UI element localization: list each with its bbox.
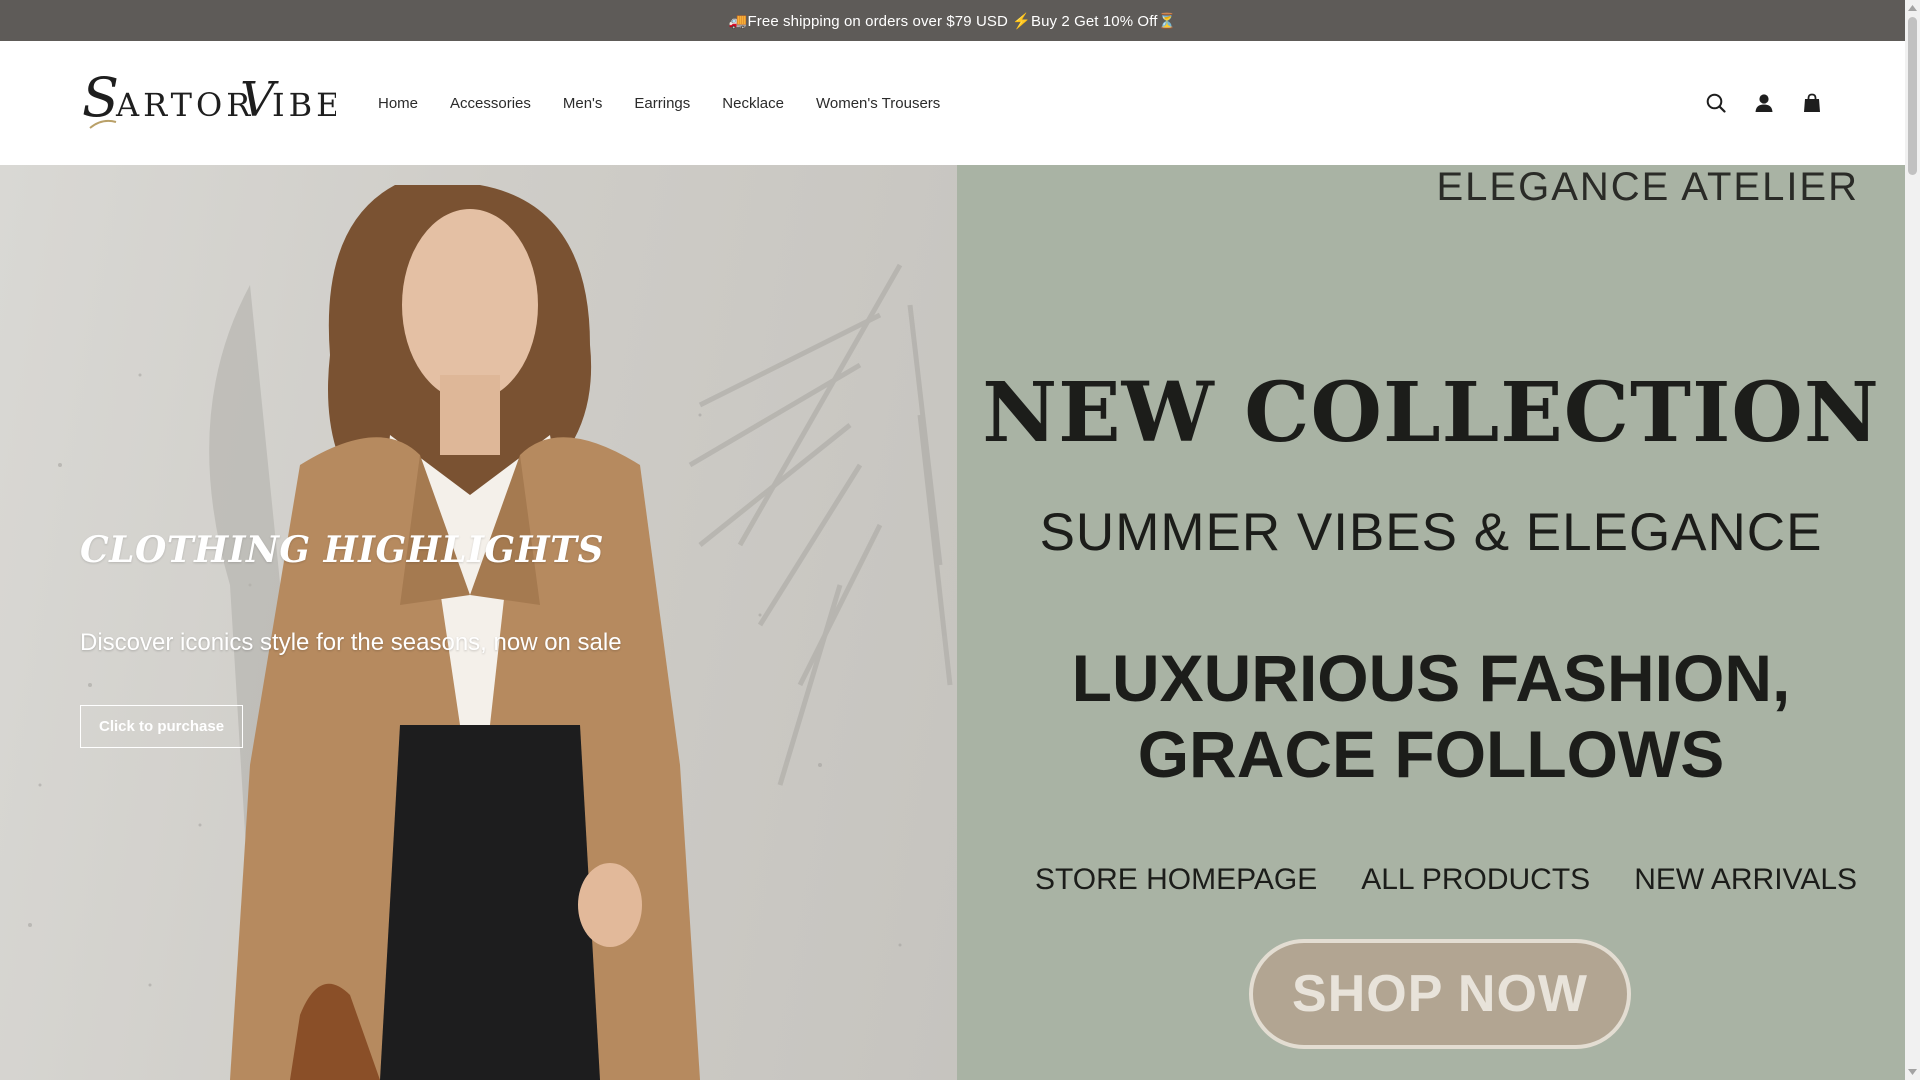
site-header: S ARTOR V IBE Home Accessories Men's Ear… <box>0 41 1905 165</box>
hero-photo: CLOTHING HIGHLIGHTS Discover iconics sty… <box>0 165 957 1080</box>
cart-icon[interactable] <box>1801 92 1823 114</box>
svg-text:S: S <box>82 70 119 129</box>
account-icon[interactable] <box>1753 92 1775 114</box>
svg-text:IBE: IBE <box>272 86 336 124</box>
collection-poster: ELEGANCE ATELIER NEW COLLECTION SUMMER V… <box>957 165 1905 1080</box>
logo-wordmark: S ARTOR V IBE <box>82 70 336 129</box>
poster-atelier: ELEGANCE ATELIER <box>1436 165 1859 209</box>
poster-link-store-homepage[interactable]: STORE HOMEPAGE <box>1035 863 1317 897</box>
brand-logo[interactable]: S ARTOR V IBE <box>82 70 336 136</box>
nav-womens-trousers[interactable]: Women's Trousers <box>816 95 940 112</box>
poster-tagline: LUXURIOUS FASHION, GRACE FOLLOWS <box>957 640 1905 792</box>
svg-text:ARTOR: ARTOR <box>115 86 254 124</box>
hero-subtitle: Discover iconics style for the seasons, … <box>80 629 622 656</box>
nav-necklace[interactable]: Necklace <box>722 95 784 112</box>
poster-links: STORE HOMEPAGE ALL PRODUCTS NEW ARRIVALS <box>957 863 1905 897</box>
announcement-text: 🚚Free shipping on orders over $79 USD ⚡B… <box>728 12 1177 30</box>
page: 🚚Free shipping on orders over $79 USD ⚡B… <box>0 0 1905 1080</box>
announcement-bar: 🚚Free shipping on orders over $79 USD ⚡B… <box>0 0 1905 41</box>
poster-tagline-line2: GRACE FOLLOWS <box>1137 717 1725 791</box>
header-icons <box>1705 41 1823 165</box>
poster-tagline-line1: LUXURIOUS FASHION, <box>1071 641 1791 715</box>
hero-banner: CLOTHING HIGHLIGHTS Discover iconics sty… <box>0 165 1905 1080</box>
purchase-button[interactable]: Click to purchase <box>80 705 244 748</box>
nav-mens[interactable]: Men's <box>563 95 603 112</box>
page-scrollbar[interactable] <box>1905 0 1920 1080</box>
main-nav: Home Accessories Men's Earrings Necklace… <box>378 41 972 165</box>
poster-headline: NEW COLLECTION <box>982 365 1880 461</box>
nav-earrings[interactable]: Earrings <box>634 95 690 112</box>
search-icon[interactable] <box>1705 92 1727 114</box>
poster-subheadline: SUMMER VIBES & ELEGANCE <box>1039 503 1823 562</box>
scrollbar-thumb[interactable] <box>1908 17 1917 175</box>
poster-link-all-products[interactable]: ALL PRODUCTS <box>1361 863 1590 897</box>
scroll-down-icon[interactable] <box>1908 1067 1917 1077</box>
scroll-up-icon[interactable] <box>1908 3 1917 13</box>
hero-title: CLOTHING HIGHLIGHTS <box>80 529 604 571</box>
hero-text-block: CLOTHING HIGHLIGHTS Discover iconics sty… <box>80 529 622 748</box>
shop-now-button[interactable]: SHOP NOW <box>1249 939 1631 1049</box>
poster-link-new-arrivals[interactable]: NEW ARRIVALS <box>1634 863 1857 897</box>
nav-accessories[interactable]: Accessories <box>450 95 531 112</box>
nav-home[interactable]: Home <box>378 95 418 112</box>
